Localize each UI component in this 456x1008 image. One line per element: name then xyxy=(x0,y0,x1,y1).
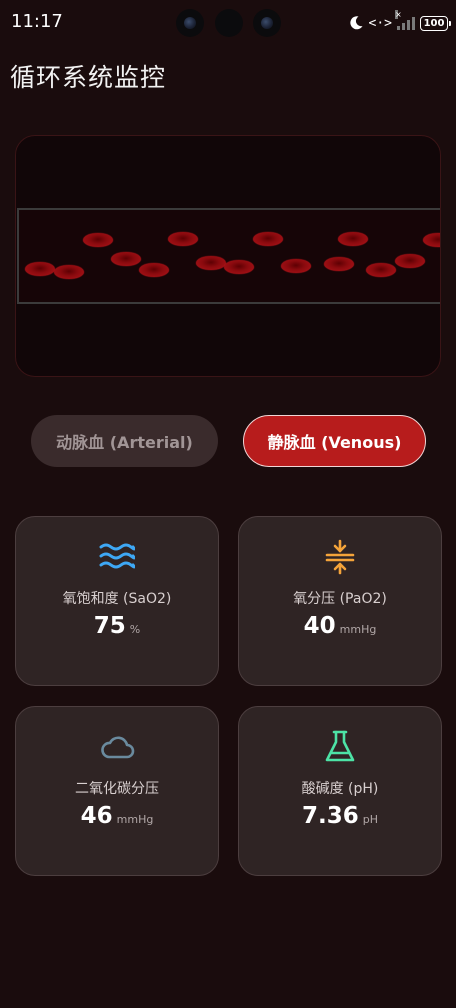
metric-label: 二氧化碳分压 xyxy=(75,781,159,797)
red-blood-cell xyxy=(196,256,226,270)
venous-mode-button[interactable]: 静脉血 (Venous) xyxy=(243,415,426,467)
metric-unit: mmHg xyxy=(339,623,377,636)
metric-label: 酸碱度 (pH) xyxy=(301,781,379,797)
metric-number: 46 xyxy=(80,803,113,829)
battery-level: 100 xyxy=(423,17,445,29)
metric-label: 氧饱和度 (SaO2) xyxy=(62,591,172,607)
camera-lens-icon xyxy=(253,9,281,37)
metric-card-sao2: 氧饱和度 (SaO2) 75 % xyxy=(15,516,219,686)
red-blood-cell xyxy=(324,257,354,271)
metric-value: 75 % xyxy=(16,613,218,639)
red-blood-cell xyxy=(139,263,169,277)
red-blood-cell xyxy=(366,263,396,277)
metric-unit: pH xyxy=(362,813,378,826)
status-bar: 11:17 <·> × 100 xyxy=(0,0,456,46)
metric-value: 7.36 pH xyxy=(239,803,441,829)
signal-strength-icon: × xyxy=(395,10,415,30)
red-blood-cell xyxy=(281,259,311,273)
red-blood-cell xyxy=(224,260,254,274)
metric-unit: % xyxy=(129,623,141,636)
red-blood-cell xyxy=(83,233,113,247)
blood-vessel-visualization xyxy=(15,135,441,377)
red-blood-cell xyxy=(423,233,440,247)
red-blood-cell xyxy=(338,232,368,246)
status-time: 11:17 xyxy=(11,11,63,32)
signal-flag: × xyxy=(395,10,402,19)
metric-card-pco2: 二氧化碳分压 46 mmHg xyxy=(15,706,219,876)
metric-label: 氧分压 (PaO2) xyxy=(293,591,387,607)
metric-number: 7.36 xyxy=(301,803,359,829)
cloud-icon xyxy=(101,736,135,759)
red-blood-cell xyxy=(54,265,84,279)
red-blood-cell xyxy=(395,254,425,268)
red-blood-cell xyxy=(253,232,283,246)
metric-number: 40 xyxy=(303,613,336,639)
metric-unit: mmHg xyxy=(116,813,154,826)
waves-icon xyxy=(99,543,135,569)
camera-sensor-icon xyxy=(215,9,243,37)
red-blood-cell xyxy=(168,232,198,246)
vessel-tube xyxy=(17,208,440,304)
metric-card-ph: 酸碱度 (pH) 7.36 pH xyxy=(238,706,442,876)
red-blood-cell xyxy=(25,262,55,276)
camera-lens-icon xyxy=(176,9,204,37)
status-icons: <·> × 100 xyxy=(348,10,451,34)
compress-icon xyxy=(325,539,355,575)
camera-cutout xyxy=(176,9,282,39)
red-blood-cell xyxy=(111,252,141,266)
metric-number: 75 xyxy=(93,613,126,639)
arterial-mode-button[interactable]: 动脉血 (Arterial) xyxy=(31,415,218,467)
do-not-disturb-moon-icon xyxy=(349,16,363,30)
battery-icon: 100 xyxy=(420,15,451,31)
metric-value: 46 mmHg xyxy=(16,803,218,829)
network-activity-icon: <·> xyxy=(368,15,392,31)
page-title: 循环系统监控 xyxy=(10,63,167,92)
flask-icon xyxy=(325,730,355,762)
metric-value: 40 mmHg xyxy=(239,613,441,639)
metric-card-pao2: 氧分压 (PaO2) 40 mmHg xyxy=(238,516,442,686)
